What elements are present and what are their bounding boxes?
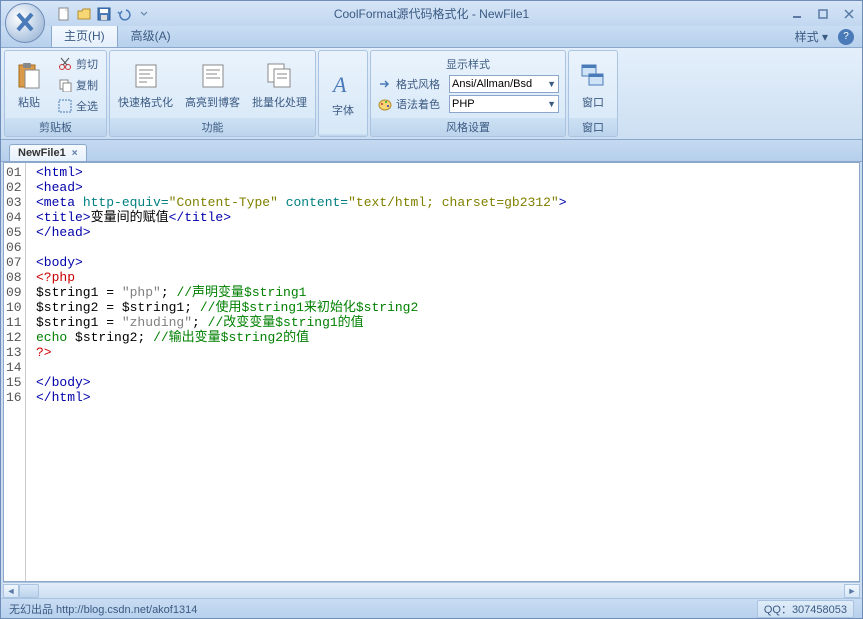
group-window: 窗口 窗口 <box>568 50 618 137</box>
syntax-combo[interactable]: PHP▼ <box>449 95 559 113</box>
save-icon[interactable] <box>95 5 113 23</box>
format-style-combo[interactable]: Ansi/Allman/Bsd▼ <box>449 75 559 93</box>
scroll-right-icon[interactable]: ► <box>844 584 860 598</box>
chevron-down-icon: ▼ <box>547 99 556 109</box>
close-button[interactable] <box>840 6 858 22</box>
maximize-button[interactable] <box>814 6 832 22</box>
open-folder-icon[interactable] <box>75 5 93 23</box>
copy-button[interactable]: 复制 <box>54 76 101 94</box>
file-tab[interactable]: NewFile1 × <box>9 144 87 161</box>
batch-button[interactable]: 批量化处理 <box>246 53 313 116</box>
minimize-button[interactable] <box>788 6 806 22</box>
group-function: 快速格式化 高亮到博客 批量化处理 功能 <box>109 50 316 137</box>
chevron-down-icon: ▼ <box>547 79 556 89</box>
status-left: 无幻出品 http://blog.csdn.net/akof1314 <box>9 601 197 617</box>
window-title: CoolFormat源代码格式化 - NewFile1 <box>334 5 529 22</box>
group-clipboard: 粘贴 剪切 复制 全选 剪贴板 <box>4 50 107 137</box>
font-button[interactable]: A字体 <box>321 53 365 132</box>
close-tab-icon[interactable]: × <box>72 148 78 159</box>
help-icon[interactable]: ? <box>838 29 854 45</box>
titlebar: CoolFormat源代码格式化 - NewFile1 <box>1 1 862 26</box>
ribbon-tabbar: 主页(H) 高级(A) 样式 ▾ ? <box>1 26 862 48</box>
paste-button[interactable]: 粘贴 <box>7 53 51 116</box>
new-file-icon[interactable] <box>55 5 73 23</box>
group-style: 显示样式 格式风格 Ansi/Allman/Bsd▼ 语法着色 PHP▼ 风格设… <box>370 50 566 137</box>
selectall-icon <box>57 98 73 114</box>
scroll-thumb[interactable] <box>19 584 39 598</box>
editor[interactable]: 01 02 03 04 05 06 07 08 09 10 11 12 13 1… <box>3 162 860 582</box>
app-icon[interactable] <box>5 3 45 43</box>
tab-home[interactable]: 主页(H) <box>51 23 118 47</box>
copy-icon <box>57 77 73 93</box>
quick-format-button[interactable]: 快速格式化 <box>112 53 179 116</box>
arrow-right-icon <box>377 76 393 92</box>
scissors-icon <box>57 56 73 72</box>
ribbon: 粘贴 剪切 复制 全选 剪贴板 快速格式化 高亮到博客 批量化处理 功能 A字体 <box>1 48 862 140</box>
highlight-blog-button[interactable]: 高亮到博客 <box>179 53 246 116</box>
cut-button[interactable]: 剪切 <box>54 55 101 73</box>
scroll-left-icon[interactable]: ◄ <box>3 584 19 598</box>
undo-icon[interactable] <box>115 5 133 23</box>
tab-advanced[interactable]: 高级(A) <box>118 23 184 47</box>
svg-text:A: A <box>331 72 347 97</box>
file-tabbar: NewFile1 × <box>1 140 862 162</box>
qat-dropdown-icon[interactable] <box>135 5 153 23</box>
statusbar: 无幻出品 http://blog.csdn.net/akof1314 QQ：30… <box>1 598 862 618</box>
palette-icon <box>377 96 393 112</box>
selectall-button[interactable]: 全选 <box>54 97 101 115</box>
code-area[interactable]: <html> <head> <meta http-equiv="Content-… <box>26 163 859 581</box>
group-font: A字体 <box>318 50 368 137</box>
status-right: QQ：307458053 <box>757 600 854 618</box>
horizontal-scrollbar[interactable]: ◄ ► <box>3 582 860 598</box>
line-gutter: 01 02 03 04 05 06 07 08 09 10 11 12 13 1… <box>4 163 26 581</box>
window-button[interactable]: 窗口 <box>571 53 615 116</box>
styles-dropdown[interactable]: 样式 ▾ <box>789 26 834 47</box>
quick-access-toolbar <box>55 5 153 23</box>
